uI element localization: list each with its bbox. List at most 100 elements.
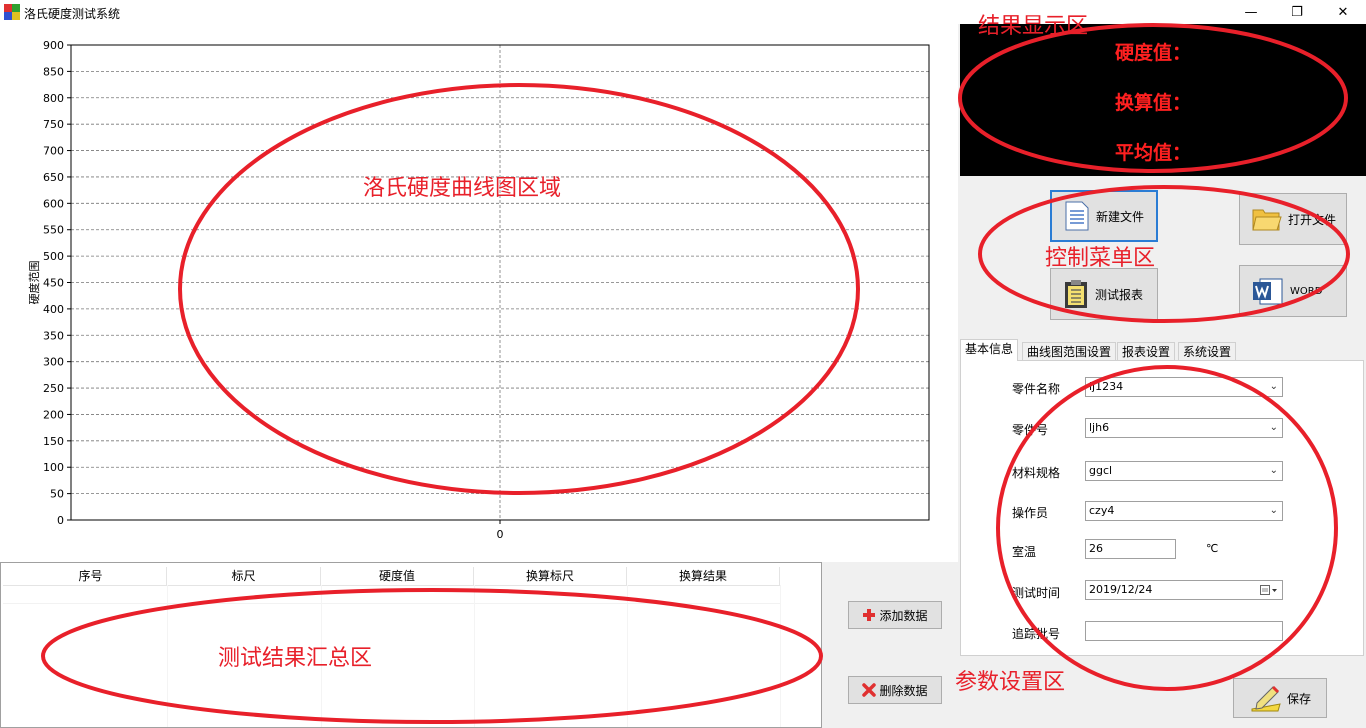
material-value: ggcl bbox=[1089, 464, 1113, 477]
table-col-divider bbox=[167, 585, 168, 727]
result-area-annotation: 结果显示区 bbox=[978, 14, 1089, 39]
minimize-icon: — bbox=[1244, 4, 1258, 20]
word-icon bbox=[1253, 278, 1283, 305]
room-temp-input[interactable]: 26 bbox=[1085, 539, 1176, 559]
control-area-annotation: 控制菜单区 bbox=[1045, 246, 1156, 271]
y-tick-label: 700 bbox=[43, 145, 64, 158]
part-no-label: 零件号 bbox=[1012, 423, 1049, 437]
col-header-conv-scale[interactable]: 换算标尺 bbox=[474, 567, 627, 585]
chart-x-ticks: 0 bbox=[497, 520, 504, 541]
window-title: 洛氏硬度测试系统 bbox=[24, 7, 121, 21]
summary-area-annotation: 测试结果汇总区 bbox=[218, 646, 373, 671]
delete-data-label: 删除数据 bbox=[879, 683, 928, 698]
table-col-divider bbox=[474, 585, 475, 727]
new-file-label: 新建文件 bbox=[1096, 209, 1145, 224]
col-header-conv-result[interactable]: 换算结果 bbox=[627, 567, 780, 585]
tab-system-settings[interactable]: 系统设置 bbox=[1178, 342, 1237, 360]
clipboard-icon bbox=[1065, 280, 1087, 308]
minimize-button[interactable]: — bbox=[1228, 0, 1274, 24]
plus-icon bbox=[863, 609, 876, 621]
y-tick-label: 450 bbox=[43, 277, 64, 290]
y-tick-label: 650 bbox=[43, 171, 64, 184]
maximize-icon: ❐ bbox=[1291, 4, 1303, 20]
app-icon bbox=[4, 4, 20, 20]
results-table[interactable]: 序号 标尺 硬度值 换算标尺 换算结果 bbox=[0, 562, 822, 728]
chart-svg: 0 50 100 150 200 250 300 350 400 450 500 550 600 650 7… bbox=[27, 39, 930, 541]
x-tick-label: 0 bbox=[497, 528, 504, 541]
word-label: WORD bbox=[1290, 285, 1323, 297]
y-tick-label: 100 bbox=[43, 461, 64, 474]
new-document-icon bbox=[1065, 201, 1089, 231]
y-tick-label: 800 bbox=[43, 92, 64, 105]
average-value-label: 平均值： bbox=[1115, 142, 1192, 164]
trace-no-label: 追踪批号 bbox=[1012, 627, 1061, 641]
y-tick-label: 750 bbox=[43, 118, 64, 131]
y-tick-label: 300 bbox=[43, 356, 64, 369]
table-col-divider bbox=[627, 585, 628, 727]
tab-report-settings[interactable]: 报表设置 bbox=[1117, 342, 1176, 360]
part-name-select[interactable]: lj1234 ⌄ bbox=[1085, 377, 1283, 397]
operator-value: czy4 bbox=[1089, 504, 1115, 517]
part-no-value: ljh6 bbox=[1089, 421, 1110, 434]
add-data-label: 添加数据 bbox=[879, 608, 928, 623]
close-button[interactable]: ✕ bbox=[1320, 0, 1366, 24]
operator-select[interactable]: czy4 ⌄ bbox=[1085, 501, 1283, 521]
y-tick-label: 850 bbox=[43, 65, 64, 78]
y-tick-label: 900 bbox=[43, 39, 64, 52]
table-row-line bbox=[3, 603, 781, 604]
test-time-value: 2019/12/24 bbox=[1089, 583, 1153, 596]
close-icon: ✕ bbox=[1337, 4, 1349, 20]
y-tick-label: 150 bbox=[43, 435, 64, 448]
test-report-button[interactable]: 测试报表 bbox=[1050, 268, 1158, 320]
test-report-label: 测试报表 bbox=[1095, 287, 1144, 302]
delete-data-button[interactable]: 删除数据 bbox=[848, 676, 942, 704]
y-tick-label: 550 bbox=[43, 224, 64, 237]
part-name-value: lj1234 bbox=[1089, 380, 1124, 393]
chevron-down-icon: ⌄ bbox=[1269, 381, 1278, 392]
y-tick-label: 250 bbox=[43, 382, 64, 395]
word-export-button[interactable]: WORD bbox=[1239, 265, 1347, 317]
open-file-button[interactable]: 打开文件 bbox=[1239, 193, 1347, 245]
new-file-button[interactable]: 新建文件 bbox=[1050, 190, 1158, 242]
delete-x-icon bbox=[862, 683, 877, 697]
y-tick-label: 500 bbox=[43, 250, 64, 263]
col-header-index[interactable]: 序号 bbox=[15, 567, 167, 585]
test-time-label: 测试时间 bbox=[1012, 586, 1061, 600]
trace-no-input[interactable] bbox=[1085, 621, 1283, 641]
y-tick-label: 350 bbox=[43, 329, 64, 342]
y-tick-label: 600 bbox=[43, 197, 64, 210]
test-time-picker[interactable]: 2019/12/24 bbox=[1085, 580, 1283, 600]
hardness-value-label: 硬度值： bbox=[1115, 42, 1192, 64]
col-header-scale[interactable]: 标尺 bbox=[167, 567, 321, 585]
table-header-line bbox=[3, 585, 781, 586]
save-label: 保存 bbox=[1286, 691, 1311, 706]
room-temp-label: 室温 bbox=[1012, 545, 1037, 559]
chevron-down-icon: ⌄ bbox=[1269, 505, 1278, 516]
open-file-label: 打开文件 bbox=[1288, 212, 1337, 227]
hardness-chart: 0 50 100 150 200 250 300 350 400 450 500 550 600 650 7… bbox=[0, 24, 958, 562]
material-label: 材料规格 bbox=[1012, 466, 1061, 480]
converted-value-label: 换算值： bbox=[1115, 92, 1192, 114]
chevron-down-icon: ⌄ bbox=[1269, 422, 1278, 433]
table-col-divider bbox=[780, 585, 781, 727]
chart-grid bbox=[71, 45, 929, 520]
tab-basic-info[interactable]: 基本信息 bbox=[960, 339, 1019, 361]
save-button[interactable]: 保存 bbox=[1233, 678, 1327, 718]
add-data-button[interactable]: 添加数据 bbox=[848, 601, 942, 629]
material-select[interactable]: ggcl ⌄ bbox=[1085, 461, 1283, 481]
part-name-label: 零件名称 bbox=[1012, 382, 1061, 396]
chart-area-annotation: 洛氏硬度曲线图区域 bbox=[363, 176, 562, 201]
tab-chart-range[interactable]: 曲线图范围设置 bbox=[1022, 342, 1117, 360]
col-header-hardness[interactable]: 硬度值 bbox=[321, 567, 474, 585]
save-pencil-icon bbox=[1251, 685, 1281, 712]
maximize-button[interactable]: ❐ bbox=[1274, 0, 1320, 24]
part-no-select[interactable]: ljh6 ⌄ bbox=[1085, 418, 1283, 438]
title-bar: 洛氏硬度测试系统 — ❐ ✕ bbox=[0, 0, 1366, 24]
y-tick-label: 200 bbox=[43, 408, 64, 421]
y-axis-label: 硬度范围 bbox=[27, 261, 41, 305]
chart-y-ticks: 0 50 100 150 200 250 300 350 400 450 500 550 600 650 7… bbox=[43, 39, 71, 527]
folder-icon bbox=[1252, 209, 1282, 231]
operator-label: 操作员 bbox=[1012, 506, 1049, 520]
temp-unit-label: ℃ bbox=[1206, 542, 1219, 555]
params-area-annotation: 参数设置区 bbox=[955, 670, 1066, 695]
